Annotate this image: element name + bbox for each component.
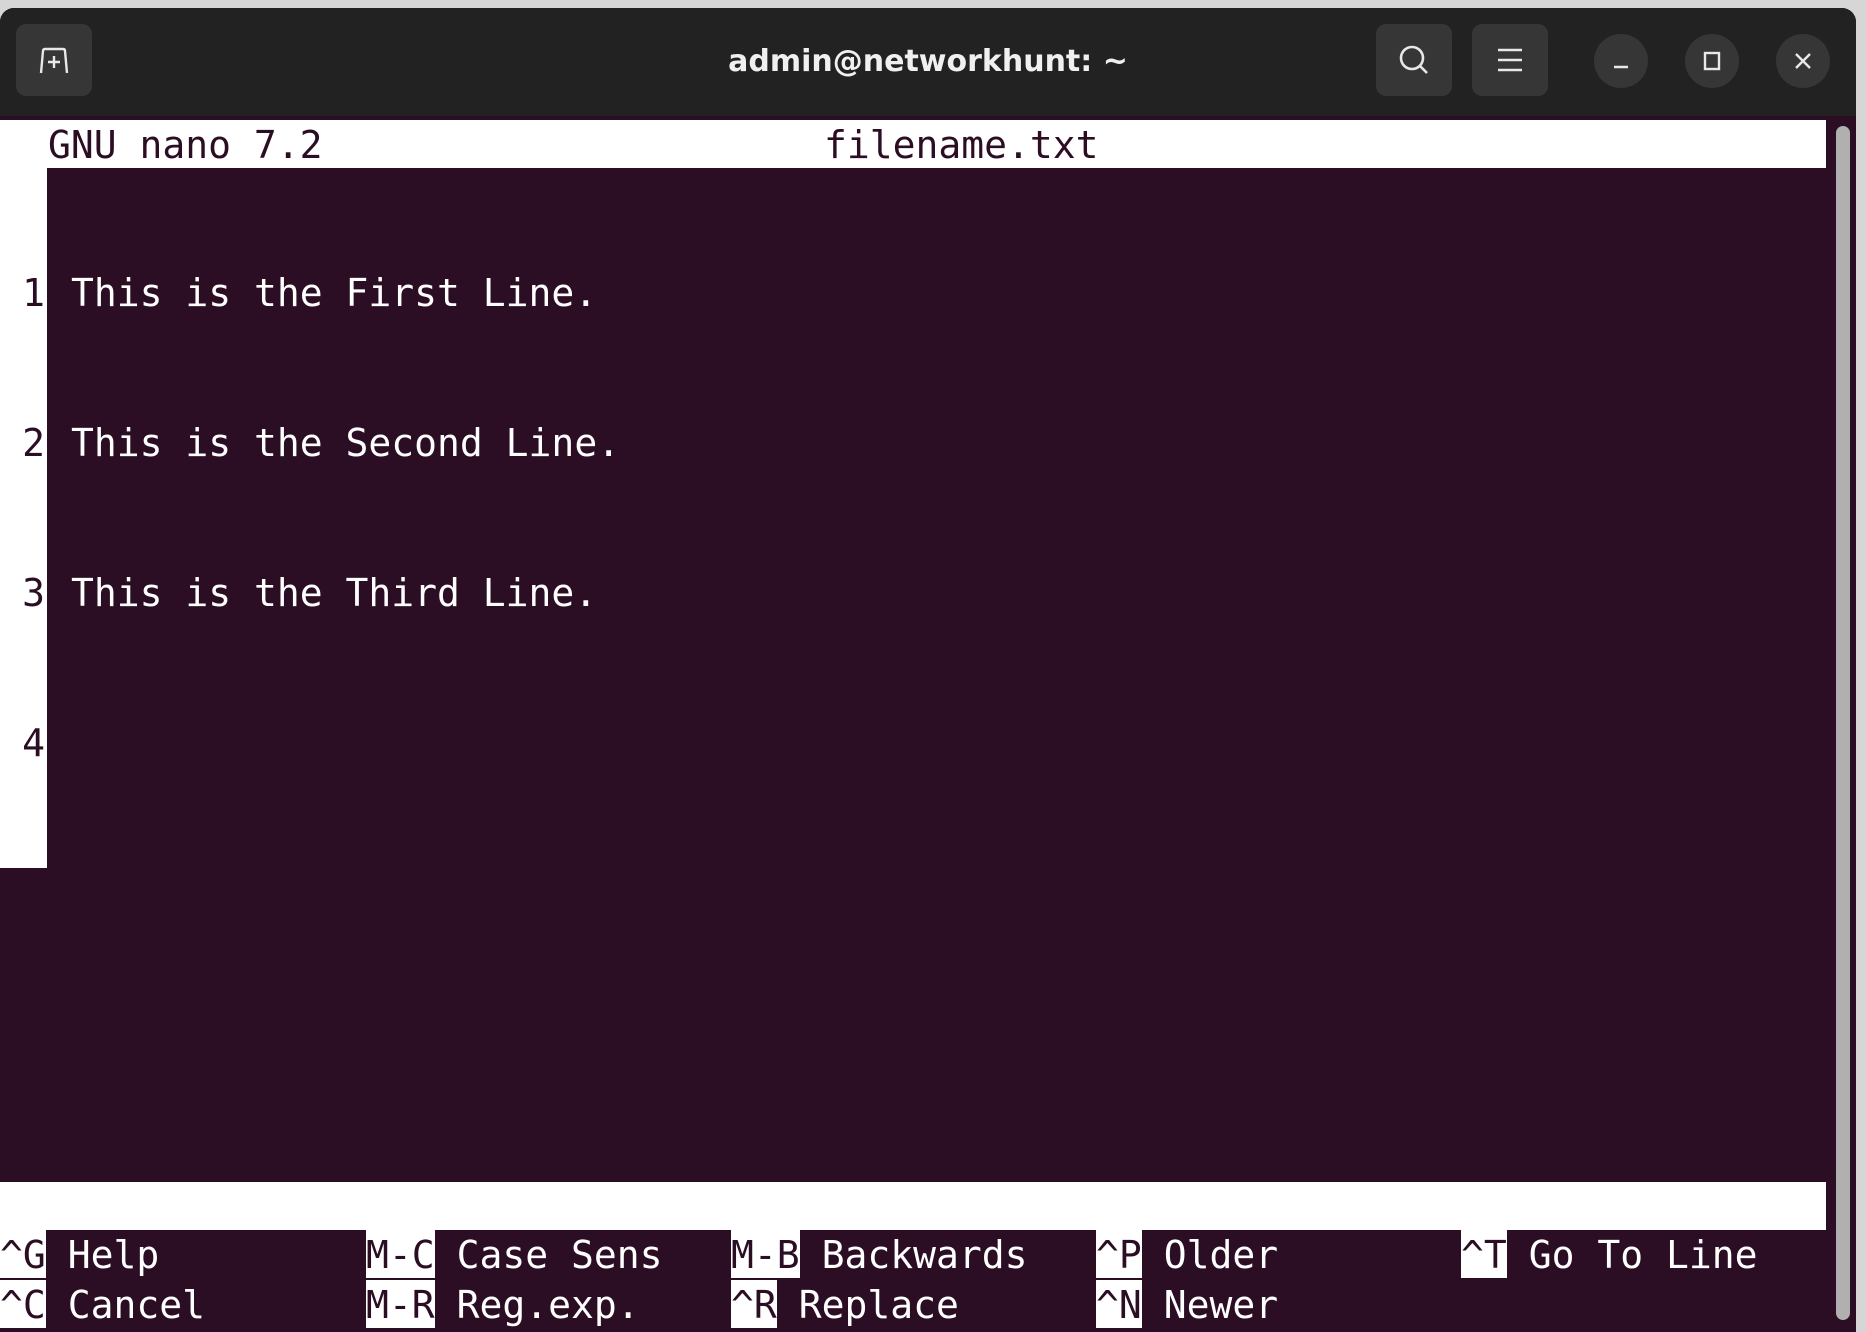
close-icon [1795,53,1811,69]
shortcut-label: Replace [798,1283,959,1327]
shortcut-key: ^N [1096,1280,1142,1328]
shortcut-key: M-R [366,1280,435,1328]
shortcut-key: ^P [1096,1230,1142,1278]
shortcut-bar: ^G Help M-C Case Sens M-B Backwards ^P Older… [0,1230,1826,1330]
shortcut-label: Reg.exp. [456,1283,640,1327]
text-line[interactable]: This is the First Line. [71,268,620,318]
maximize-button[interactable] [1685,34,1739,88]
shortcut-key: ^R [731,1280,777,1328]
text-line[interactable]: This is the Second Line. [71,418,620,468]
shortcut-go-to-line[interactable]: ^T Go To Line [1461,1230,1758,1280]
search-button[interactable] [1376,24,1452,96]
title-bar: admin@networkhunt: ~ [0,8,1856,116]
shortcut-label: Cancel [67,1283,206,1327]
search-icon [1399,45,1428,74]
shortcut-key: ^T [1461,1230,1507,1278]
shortcut-newer[interactable]: ^N Newer [1096,1280,1278,1330]
editor-content[interactable]: This is the First Line. This is the Seco… [71,168,620,868]
shortcut-key: ^C [0,1280,46,1328]
terminal-area[interactable]: GNU nano 7.2 filename.txt 1 2 3 4 This i… [0,118,1828,1332]
line-number: 2 [22,421,45,465]
line-number: 1 [22,271,45,315]
shortcut-backwards[interactable]: M-B Backwards [731,1230,1028,1280]
shortcut-label: Older [1163,1233,1279,1277]
search-prompt[interactable]: Search: [0,1182,1826,1279]
terminal-window: admin@networkhunt: ~ GNU nano 7.2 filena… [0,8,1856,1332]
shortcut-replace[interactable]: ^R Replace [731,1280,959,1330]
shortcut-label: Go To Line [1528,1233,1758,1277]
nano-version: GNU nano 7.2 [48,123,323,167]
window-title: admin@networkhunt: ~ [728,44,1128,79]
vertical-scrollbar[interactable] [1836,126,1850,1320]
shortcut-key: ^G [0,1230,46,1278]
minimize-button[interactable] [1594,34,1648,88]
shortcut-regexp[interactable]: M-R Reg.exp. [366,1280,640,1330]
file-name: filename.txt [824,123,1099,167]
hamburger-menu-icon [1498,48,1522,72]
shortcut-older[interactable]: ^P Older [1096,1230,1278,1280]
nano-header: GNU nano 7.2 filename.txt [0,120,1826,168]
shortcut-key: M-C [366,1230,435,1278]
maximize-icon [1703,51,1721,71]
shortcut-key: M-B [731,1230,800,1278]
text-line[interactable]: This is the Third Line. [71,568,620,618]
shortcut-case-sens[interactable]: M-C Case Sens [366,1230,663,1280]
shortcut-label: Help [67,1233,160,1277]
minimize-icon [1614,65,1628,69]
shortcut-label: Backwards [821,1233,1028,1277]
line-number: 4 [22,721,45,765]
shortcut-cancel[interactable]: ^C Cancel [0,1280,205,1330]
close-button[interactable] [1776,34,1830,88]
shortcut-label: Newer [1163,1283,1279,1327]
new-tab-button[interactable] [16,24,92,96]
shortcut-label: Case Sens [456,1233,663,1277]
new-tab-icon [39,47,69,74]
line-number: 3 [22,571,45,615]
menu-button[interactable] [1472,24,1548,96]
text-line[interactable] [71,718,620,768]
shortcut-help[interactable]: ^G Help [0,1230,159,1280]
line-number-gutter: 1 2 3 4 [0,168,47,868]
